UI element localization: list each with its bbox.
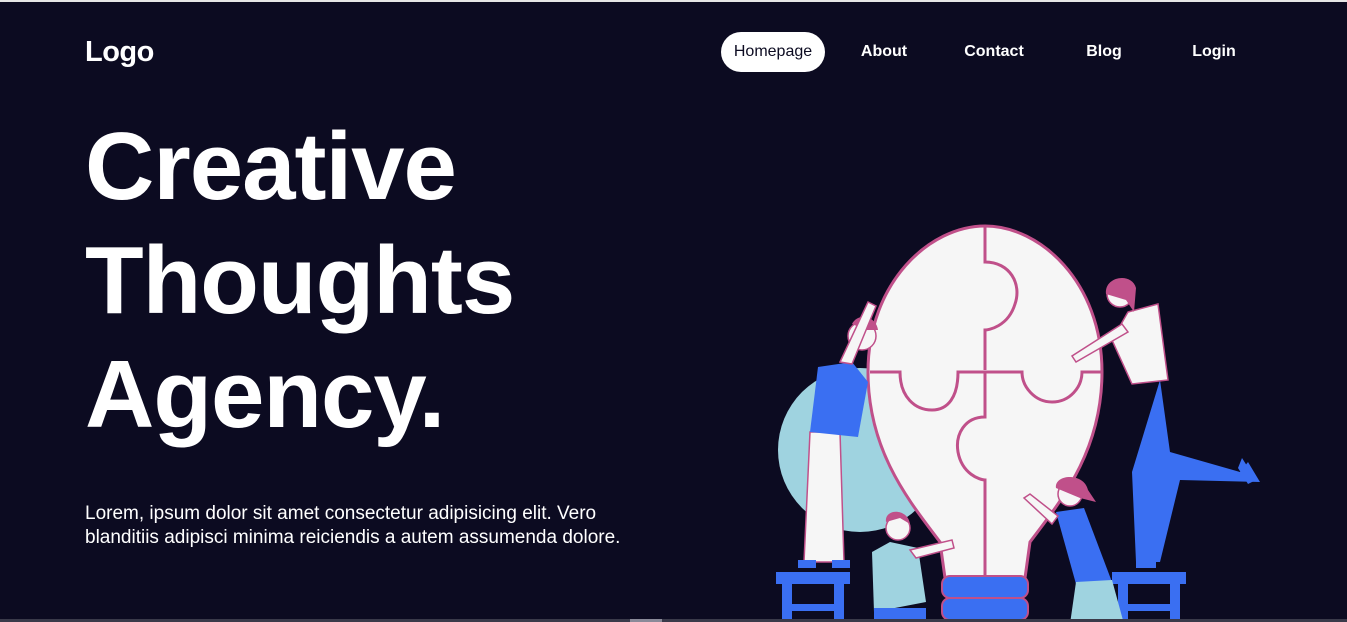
right-stool-shape: [1112, 572, 1186, 622]
main-nav: Homepage About Contact Blog Login: [721, 32, 1281, 72]
hero-title-line-1: Creative: [85, 113, 457, 220]
left-stool-shape: [776, 572, 850, 622]
nav-item-contact[interactable]: Contact: [949, 32, 1039, 72]
site-logo[interactable]: Logo: [85, 36, 154, 69]
lightbulb-base-shape: [941, 575, 1029, 621]
hero-title-line-3: Agency.: [85, 341, 445, 448]
nav-item-login[interactable]: Login: [1169, 32, 1259, 72]
hero-description: Lorem, ipsum dolor sit amet consectetur …: [85, 503, 621, 548]
hero-title-line-2: Thoughts: [85, 227, 515, 334]
hero-title: Creative Thoughts Agency.: [85, 110, 515, 452]
nav-item-about[interactable]: About: [839, 32, 929, 72]
nav-item-blog[interactable]: Blog: [1059, 32, 1149, 72]
lightbulb-puzzle-team-icon: [776, 224, 1260, 622]
landing-page: Logo Homepage About Contact Blog Login C…: [0, 0, 1347, 622]
person-right-shape: [1070, 277, 1260, 568]
nav-item-homepage[interactable]: Homepage: [721, 32, 825, 72]
